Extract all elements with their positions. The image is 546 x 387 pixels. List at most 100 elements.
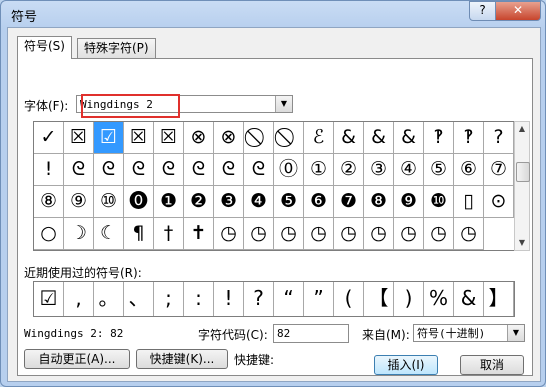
symbol-cell[interactable]: ◷ bbox=[304, 218, 334, 250]
symbol-cell[interactable]: ⃠ bbox=[274, 122, 304, 154]
symbol-cell[interactable]: & bbox=[394, 122, 424, 154]
symbol-cell[interactable]: ⑤ bbox=[424, 154, 454, 186]
symbol-grid[interactable]: ✓☒☑☒☒⊗⊗⃠⃠ℰ&&&‽‽?!ᘓᘓᘓᘓᘓᘓᘓ⓪①②③④⑤⑥⑦⑧⑨⑩⓿❶❷❸❹… bbox=[33, 121, 515, 251]
symbol-cell[interactable]: ‽ bbox=[424, 122, 454, 154]
symbol-cell[interactable]: ☑ bbox=[94, 122, 124, 154]
recent-symbol-cell[interactable]: “ bbox=[274, 282, 304, 316]
recent-symbol-cell[interactable]: 【 bbox=[364, 282, 394, 316]
symbol-cell[interactable]: ⓿ bbox=[124, 186, 154, 218]
symbol-cell[interactable]: & bbox=[364, 122, 394, 154]
tab-special-characters[interactable]: 特殊字符(P) bbox=[77, 38, 156, 58]
symbol-cell[interactable]: ⊗ bbox=[214, 122, 244, 154]
symbol-cell[interactable]: ④ bbox=[394, 154, 424, 186]
recent-symbol-cell[interactable]: ; bbox=[154, 282, 184, 316]
shortcut-key-button[interactable]: 快捷键(K)... bbox=[136, 349, 228, 369]
symbol-cell[interactable]: ○ bbox=[34, 218, 64, 250]
symbol-cell[interactable]: ☾ bbox=[94, 218, 124, 250]
symbol-cell[interactable]: ① bbox=[304, 154, 334, 186]
symbol-cell[interactable]: ☒ bbox=[124, 122, 154, 154]
recent-symbol-cell[interactable]: ” bbox=[304, 282, 334, 316]
symbol-cell[interactable]: ✓ bbox=[34, 122, 64, 154]
symbol-cell[interactable]: † bbox=[154, 218, 184, 250]
symbol-cell[interactable]: ◷ bbox=[334, 218, 364, 250]
symbol-cell[interactable]: ❾ bbox=[394, 186, 424, 218]
recent-symbol-cell[interactable]: 。 bbox=[94, 282, 124, 316]
scroll-thumb[interactable] bbox=[516, 162, 530, 182]
recent-symbol-cell[interactable]: ☑ bbox=[34, 282, 64, 316]
symbol-cell[interactable]: & bbox=[334, 122, 364, 154]
symbol-cell[interactable]: ◷ bbox=[274, 218, 304, 250]
recent-symbol-cell[interactable]: & bbox=[454, 282, 484, 316]
symbol-scrollbar[interactable]: ▲ ▼ bbox=[514, 121, 530, 251]
symbol-cell[interactable]: ❷ bbox=[184, 186, 214, 218]
symbol-cell[interactable]: ◷ bbox=[394, 218, 424, 250]
symbol-cell[interactable]: ❿ bbox=[424, 186, 454, 218]
recent-symbols[interactable]: ☑,。、;:!? “”(【)% &】 bbox=[33, 281, 515, 317]
symbol-cell[interactable]: ᘓ bbox=[154, 154, 184, 186]
symbol-cell[interactable]: ¶ bbox=[124, 218, 154, 250]
symbol-cell[interactable]: ⑨ bbox=[64, 186, 94, 218]
recent-symbol-cell[interactable]: 、 bbox=[124, 282, 154, 316]
recent-symbol-cell[interactable]: ! bbox=[214, 282, 244, 316]
symbol-cell[interactable]: ᘓ bbox=[244, 154, 274, 186]
symbol-cell[interactable]: ◷ bbox=[454, 218, 484, 250]
symbol-cell[interactable]: ❶ bbox=[154, 186, 184, 218]
symbol-cell[interactable]: ⊙ bbox=[484, 186, 514, 218]
scroll-up-icon[interactable]: ▲ bbox=[515, 122, 529, 136]
chevron-down-icon[interactable]: ▼ bbox=[507, 325, 524, 341]
recent-symbol-cell[interactable]: ) bbox=[394, 282, 424, 316]
symbol-cell[interactable]: ❸ bbox=[214, 186, 244, 218]
autocorrect-button[interactable]: 自动更正(A)... bbox=[24, 349, 130, 369]
recent-symbol-cell[interactable]: , bbox=[64, 282, 94, 316]
recent-symbol-cell[interactable]: % bbox=[424, 282, 454, 316]
insert-button[interactable]: 插入(I) bbox=[374, 355, 438, 375]
symbol-cell[interactable]: ◷ bbox=[214, 218, 244, 250]
char-code-input[interactable]: 82 bbox=[273, 324, 349, 343]
font-label: 字体(F): bbox=[24, 99, 69, 113]
recent-symbol-cell[interactable]: ? bbox=[244, 282, 274, 316]
symbol-cell[interactable]: ᘓ bbox=[124, 154, 154, 186]
symbol-cell[interactable]: ⑧ bbox=[34, 186, 64, 218]
symbol-cell[interactable]: ‽ bbox=[454, 122, 484, 154]
from-label: 来自(M): bbox=[362, 328, 410, 342]
symbol-cell[interactable]: ◷ bbox=[364, 218, 394, 250]
scroll-down-icon[interactable]: ▼ bbox=[515, 236, 529, 250]
symbol-cell[interactable]: ❻ bbox=[304, 186, 334, 218]
symbol-cell[interactable]: ⊗ bbox=[184, 122, 214, 154]
symbol-cell[interactable]: ⓪ bbox=[274, 154, 304, 186]
symbol-cell[interactable]: ❹ bbox=[244, 186, 274, 218]
recent-symbol-cell[interactable]: ( bbox=[334, 282, 364, 316]
symbol-cell[interactable]: ▯ bbox=[454, 186, 484, 218]
symbol-cell[interactable]: ! bbox=[34, 154, 64, 186]
symbol-cell[interactable]: ◷ bbox=[244, 218, 274, 250]
symbol-cell[interactable]: ☒ bbox=[154, 122, 184, 154]
symbol-cell[interactable]: ☽ bbox=[64, 218, 94, 250]
symbol-cell[interactable]: ✝ bbox=[184, 218, 214, 250]
tab-symbols[interactable]: 符号(S) bbox=[17, 36, 72, 59]
symbol-cell[interactable]: ᘓ bbox=[94, 154, 124, 186]
symbol-cell[interactable]: ③ bbox=[364, 154, 394, 186]
symbol-cell[interactable]: ⑥ bbox=[454, 154, 484, 186]
symbol-cell[interactable]: ❼ bbox=[334, 186, 364, 218]
symbol-cell[interactable]: ⑦ bbox=[484, 154, 514, 186]
chevron-down-icon[interactable]: ▼ bbox=[275, 96, 292, 112]
close-button[interactable]: ✕ bbox=[495, 1, 541, 21]
symbol-cell[interactable]: ℰ bbox=[304, 122, 334, 154]
recent-symbol-cell[interactable]: : bbox=[184, 282, 214, 316]
symbol-cell[interactable]: ⑩ bbox=[94, 186, 124, 218]
cancel-button[interactable]: 取消 bbox=[460, 355, 524, 375]
symbol-cell[interactable]: ❺ bbox=[274, 186, 304, 218]
symbol-cell[interactable]: ᘓ bbox=[214, 154, 244, 186]
symbol-cell[interactable]: ② bbox=[334, 154, 364, 186]
from-select[interactable]: 符号(十进制) ▼ bbox=[413, 324, 525, 342]
from-value: 符号(十进制) bbox=[417, 327, 486, 340]
symbol-cell[interactable]: ? bbox=[484, 122, 514, 154]
symbol-cell[interactable]: ☒ bbox=[64, 122, 94, 154]
symbol-cell[interactable]: ᘓ bbox=[184, 154, 214, 186]
help-button[interactable]: ? bbox=[469, 1, 496, 21]
symbol-cell[interactable]: ⃠ bbox=[244, 122, 274, 154]
symbol-cell[interactable]: ᘓ bbox=[64, 154, 94, 186]
recent-symbol-cell[interactable]: 】 bbox=[484, 282, 514, 316]
symbol-cell[interactable]: ❽ bbox=[364, 186, 394, 218]
symbol-cell[interactable]: ◷ bbox=[424, 218, 454, 250]
